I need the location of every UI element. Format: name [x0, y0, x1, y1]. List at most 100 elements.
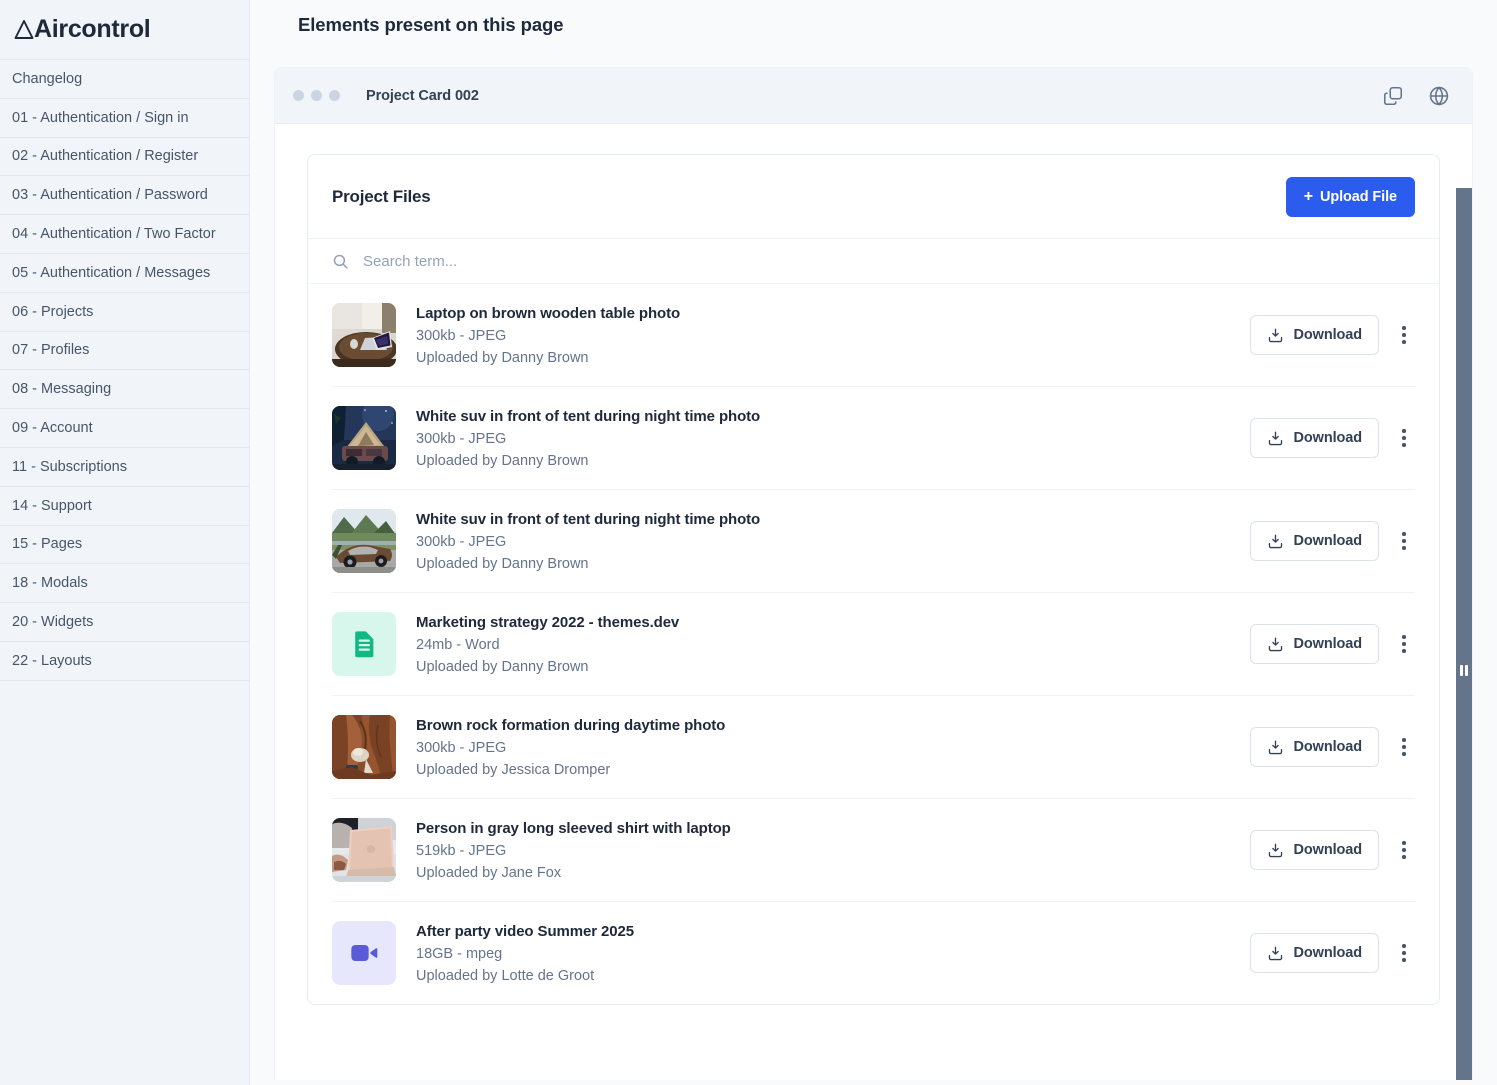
file-size: 300kb - JPEG [416, 431, 1234, 447]
file-row: White suv in front of tent during night … [332, 387, 1415, 490]
sidebar-item-01-authentication-sign-in[interactable]: 01 - Authentication / Sign in [0, 99, 249, 138]
download-label: Download [1294, 739, 1362, 755]
file-row-actions: Download [1250, 521, 1415, 561]
grip-line [1460, 665, 1463, 676]
main-content: Elements present on this page Project Ca… [250, 0, 1497, 1085]
file-thumbnail [332, 303, 396, 367]
sidebar-item-label: 08 - Messaging [12, 381, 111, 397]
kebab-dot [1402, 855, 1406, 859]
page-title: Elements present on this page [274, 0, 1473, 36]
file-row: Laptop on brown wooden table photo 300kb … [332, 284, 1415, 387]
sidebar-item-15-pages[interactable]: 15 - Pages [0, 526, 249, 565]
file-row-actions: Download [1250, 830, 1415, 870]
sidebar-item-03-authentication-password[interactable]: 03 - Authentication / Password [0, 176, 249, 215]
sidebar-item-02-authentication-register[interactable]: 02 - Authentication / Register [0, 138, 249, 177]
sidebar-item-09-account[interactable]: 09 - Account [0, 409, 249, 448]
sidebar-item-07-profiles[interactable]: 07 - Profiles [0, 332, 249, 371]
kebab-dot [1402, 539, 1406, 543]
file-row-actions: Download [1250, 315, 1415, 355]
download-icon [1267, 739, 1284, 756]
logo-text: Aircontrol [34, 15, 150, 44]
download-button[interactable]: Download [1250, 830, 1379, 870]
more-options-icon[interactable] [1393, 320, 1415, 350]
download-label: Download [1294, 430, 1362, 446]
sidebar-item-11-subscriptions[interactable]: 11 - Subscriptions [0, 448, 249, 487]
file-row: Marketing strategy 2022 - themes.dev24mb… [332, 593, 1415, 696]
more-options-icon[interactable] [1393, 423, 1415, 453]
window-dots [293, 90, 340, 101]
file-thumbnail [332, 818, 396, 882]
download-button[interactable]: Download [1250, 315, 1379, 355]
kebab-dot [1402, 635, 1406, 639]
download-button[interactable]: Download [1250, 521, 1379, 561]
download-button[interactable]: Download [1250, 624, 1379, 664]
download-label: Download [1294, 842, 1362, 858]
file-row-actions: Download [1250, 418, 1415, 458]
file-thumbnail [332, 715, 396, 779]
file-meta: Person in gray long sleeved shirt with l… [416, 820, 1234, 881]
project-files-card: Project Files + Upload File [307, 154, 1440, 1005]
sidebar-item-label: 03 - Authentication / Password [12, 187, 208, 203]
download-icon [1267, 533, 1284, 550]
kebab-dot [1402, 958, 1406, 962]
sidebar-item-label: 14 - Support [12, 498, 92, 514]
file-size: 300kb - JPEG [416, 740, 1234, 756]
upload-file-button[interactable]: + Upload File [1286, 177, 1415, 217]
sidebar-item-22-layouts[interactable]: 22 - Layouts [0, 642, 249, 681]
file-name: Laptop on brown wooden table photo [416, 305, 1234, 322]
more-options-icon[interactable] [1393, 938, 1415, 968]
globe-icon[interactable] [1428, 85, 1450, 107]
sidebar-item-06-projects[interactable]: 06 - Projects [0, 293, 249, 332]
file-row: White suv in front of tent during night … [332, 490, 1415, 593]
file-size: 300kb - JPEG [416, 328, 1234, 344]
grip-line [1465, 665, 1468, 676]
file-row-actions: Download [1250, 933, 1415, 973]
sidebar-item-14-support[interactable]: 14 - Support [0, 487, 249, 526]
download-button[interactable]: Download [1250, 933, 1379, 973]
kebab-dot [1402, 443, 1406, 447]
download-button[interactable]: Download [1250, 418, 1379, 458]
file-size: 24mb - Word [416, 637, 1234, 653]
file-name: Brown rock formation during daytime phot… [416, 717, 1234, 734]
file-uploader: Uploaded by Lotte de Groot [416, 968, 1234, 984]
more-options-icon[interactable] [1393, 835, 1415, 865]
sidebar-item-18-modals[interactable]: 18 - Modals [0, 564, 249, 603]
file-uploader: Uploaded by Jane Fox [416, 865, 1234, 881]
sidebar-item-label: 15 - Pages [12, 536, 82, 552]
file-uploader: Uploaded by Danny Brown [416, 659, 1234, 675]
preview-shell: Project Card 002 [274, 67, 1473, 1080]
preview-title: Project Card 002 [366, 88, 479, 104]
project-files-header: Project Files + Upload File [308, 155, 1439, 238]
sidebar-logo[interactable]: Aircontrol [0, 0, 249, 60]
panel-resize-handle[interactable] [1456, 188, 1472, 1080]
download-label: Download [1294, 533, 1362, 549]
plus-icon: + [1304, 189, 1313, 205]
sidebar-item-label: 22 - Layouts [12, 653, 92, 669]
sidebar-item-label: 11 - Subscriptions [12, 459, 127, 475]
kebab-dot [1402, 642, 1406, 646]
more-options-icon[interactable] [1393, 629, 1415, 659]
more-options-icon[interactable] [1393, 732, 1415, 762]
file-size: 300kb - JPEG [416, 534, 1234, 550]
sidebar-item-08-messaging[interactable]: 08 - Messaging [0, 370, 249, 409]
search-input[interactable] [361, 252, 1415, 271]
kebab-dot [1402, 848, 1406, 852]
more-options-icon[interactable] [1393, 526, 1415, 556]
file-row-actions: Download [1250, 727, 1415, 767]
download-label: Download [1294, 945, 1362, 961]
sidebar-item-05-authentication-messages[interactable]: 05 - Authentication / Messages [0, 254, 249, 293]
kebab-dot [1402, 738, 1406, 742]
sidebar-item-changelog[interactable]: Changelog [0, 60, 249, 99]
download-button[interactable]: Download [1250, 727, 1379, 767]
kebab-dot [1402, 532, 1406, 536]
kebab-dot [1402, 333, 1406, 337]
file-size: 18GB - mpeg [416, 946, 1234, 962]
window-dot [329, 90, 340, 101]
sidebar-item-20-widgets[interactable]: 20 - Widgets [0, 603, 249, 642]
sidebar-item-label: 01 - Authentication / Sign in [12, 110, 189, 126]
sidebar-item-label: 06 - Projects [12, 304, 93, 320]
file-uploader: Uploaded by Jessica Dromper [416, 762, 1234, 778]
download-icon [1267, 636, 1284, 653]
sidebar-item-04-authentication-two-factor[interactable]: 04 - Authentication / Two Factor [0, 215, 249, 254]
copy-icon[interactable] [1382, 85, 1404, 107]
